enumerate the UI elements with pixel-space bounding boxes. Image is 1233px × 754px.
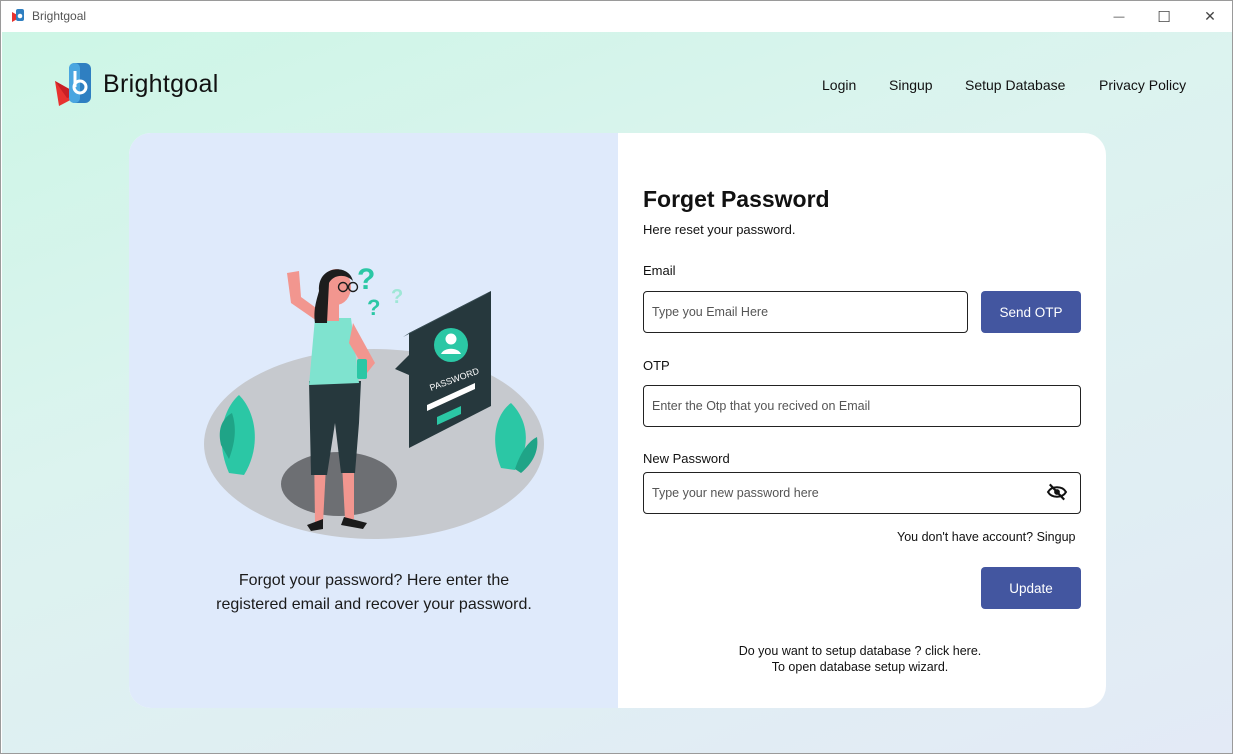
svg-text:?: ? [357,263,375,296]
maximize-button[interactable]: ☐ [1141,1,1187,32]
nav-setup-database[interactable]: Setup Database [965,77,1065,93]
database-setup-line-1: Do you want to setup database ? click he… [738,644,982,658]
new-password-field[interactable] [643,472,1081,514]
forget-password-card: PASSWORD ? ? ? Forgot your password? Her… [129,133,1106,708]
email-field[interactable] [643,291,968,333]
send-otp-button[interactable]: Send OTP [981,291,1081,333]
database-setup-line-2: To open database setup wizard. [771,660,949,674]
nav-privacy-policy[interactable]: Privacy Policy [1099,77,1186,93]
forgot-password-illustration: PASSWORD ? ? ? [204,263,544,539]
close-icon: ✕ [1204,8,1216,24]
eye-off-icon[interactable] [1046,483,1068,501]
form-panel: Forget Password Here reset your password… [618,133,1106,708]
svg-text:?: ? [367,295,380,320]
email-label: Email [643,263,676,278]
brand-name: Brightgoal [103,69,219,98]
left-caption: Forgot your password? Here enter the reg… [216,572,532,613]
app-window: Brightgoal — ☐ ✕ Brightgoal Login Singup… [0,0,1233,754]
brand-logo[interactable]: Brightgoal [53,62,219,106]
otp-label: OTP [643,358,670,373]
title-bar: Brightgoal — ☐ ✕ [1,1,1232,32]
database-setup-link[interactable]: Do you want to setup database ? click he… [658,643,1062,675]
brightgoal-logo-icon [55,63,91,106]
new-password-label: New Password [643,451,730,466]
minimize-button[interactable]: — [1096,1,1142,32]
no-account-text: You don't have account? [897,530,1034,544]
update-button[interactable]: Update [981,567,1081,609]
form-title: Forget Password [643,186,830,212]
illustration-panel: PASSWORD ? ? ? Forgot your password? Her… [129,133,618,708]
close-button[interactable]: ✕ [1187,1,1232,32]
window-title: Brightgoal [32,9,87,23]
form-subtitle: Here reset your password. [643,222,796,237]
app-icon [12,9,24,22]
signup-link[interactable]: Singup [1037,530,1076,544]
otp-field[interactable] [643,385,1081,427]
app-content: Brightgoal Login Singup Setup Database P… [2,32,1232,753]
nav-login[interactable]: Login [822,77,856,93]
maximize-icon: ☐ [1157,8,1171,26]
signup-prompt: You don't have account? Singup [897,530,1076,544]
svg-text:?: ? [391,286,403,308]
nav-signup[interactable]: Singup [889,77,933,93]
minimize-icon: — [1113,10,1125,23]
